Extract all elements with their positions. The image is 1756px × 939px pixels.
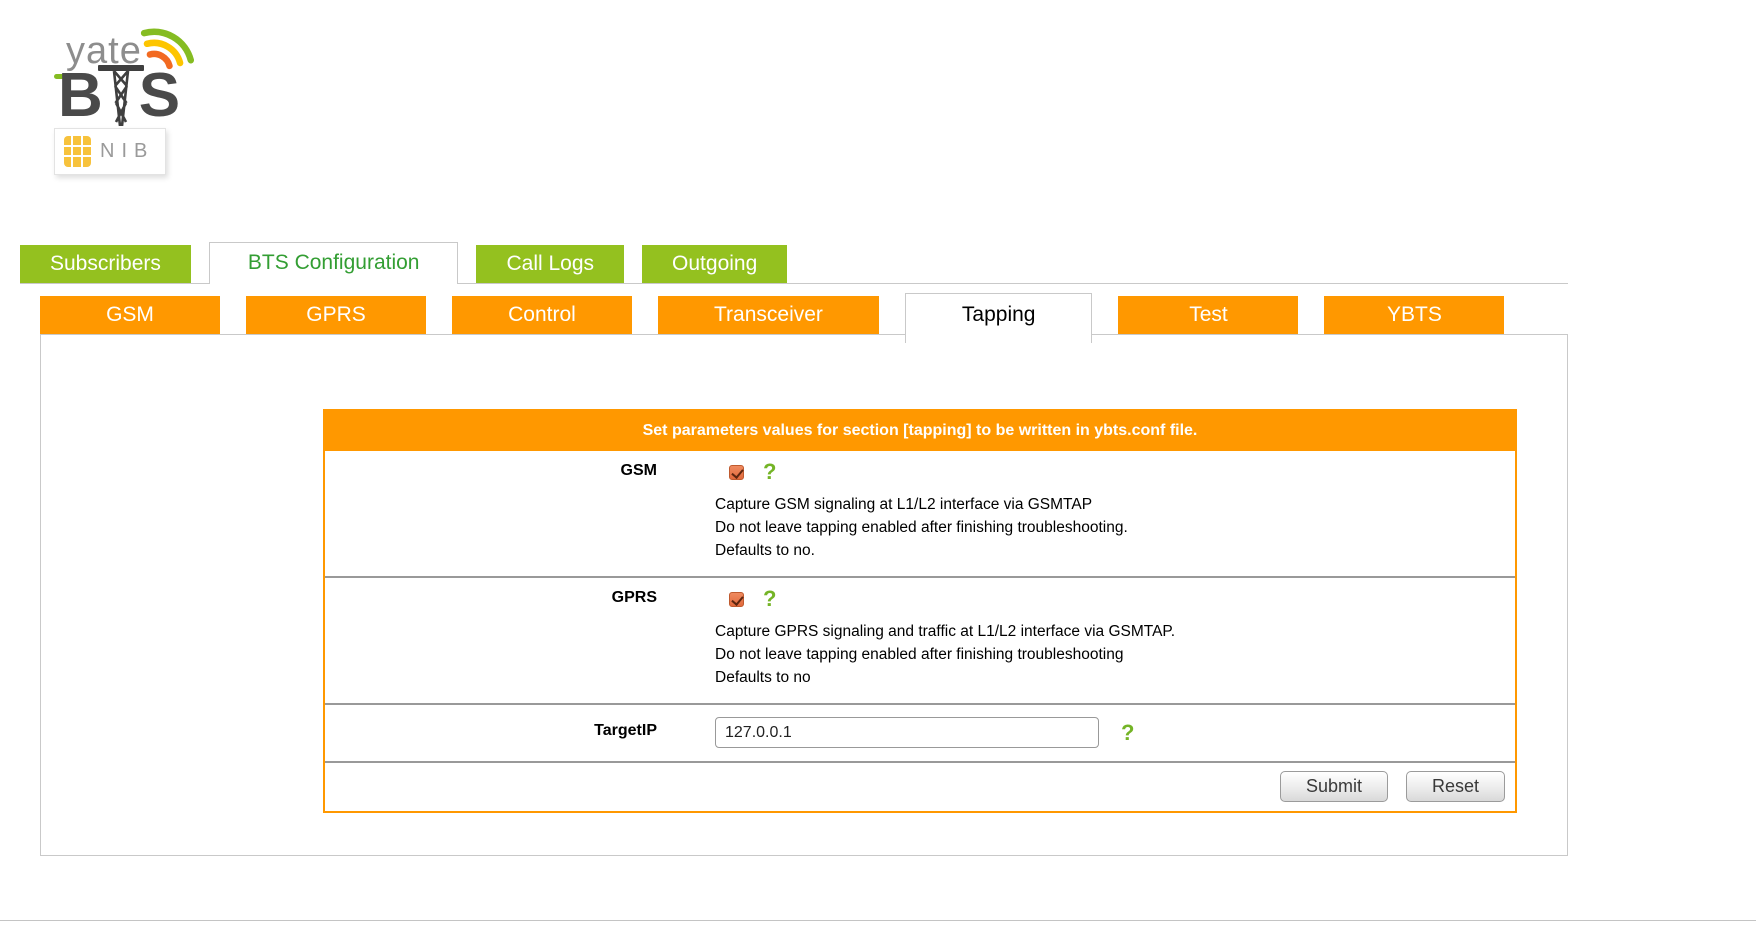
tab-subscribers[interactable]: Subscribers [20, 245, 191, 283]
form-row-gprs: GPRS ? Capture GPRS signaling and traffi… [325, 576, 1515, 703]
nib-badge: NIB [54, 128, 166, 175]
form-row-targetip: TargetIP ? [325, 703, 1515, 761]
gprs-help-icon[interactable]: ? [763, 588, 776, 610]
page-header: yate B S NIB [0, 0, 1756, 245]
tab-outgoing[interactable]: Outgoing [642, 245, 788, 283]
field-content-gsm: ? Capture GSM signaling at L1/L2 interfa… [657, 451, 1515, 576]
tab-call-logs[interactable]: Call Logs [476, 245, 625, 283]
field-label-targetip: TargetIP [594, 722, 657, 739]
desc-line: Defaults to no [715, 669, 811, 686]
tab-bts-configuration[interactable]: BTS Configuration [208, 242, 459, 284]
targetip-input[interactable] [715, 717, 1099, 748]
main-tab-bar: Subscribers BTS Configuration Call Logs … [20, 242, 1568, 284]
submit-button[interactable]: Submit [1279, 771, 1388, 802]
tapping-form: Set parameters values for section [tappi… [323, 409, 1517, 813]
field-content-targetip: ? [657, 705, 1515, 761]
logo-letter-s: S [138, 61, 181, 131]
field-content-gprs: ? Capture GPRS signaling and traffic at … [657, 578, 1515, 703]
desc-line: Defaults to no. [715, 542, 815, 559]
subtab-ybts[interactable]: YBTS [1324, 296, 1505, 334]
gprs-checkbox-line: ? [715, 586, 1495, 612]
subtab-control[interactable]: Control [452, 296, 632, 334]
gsm-help-icon[interactable]: ? [763, 461, 776, 483]
radio-tower-icon [97, 65, 144, 126]
targetip-help-icon[interactable]: ? [1121, 721, 1134, 744]
form-actions: Submit Reset [325, 761, 1515, 811]
field-label-gprs: GPRS [611, 589, 657, 606]
logo-bts-text: B S [58, 61, 181, 131]
footer-divider [0, 920, 1756, 921]
reset-button[interactable]: Reset [1405, 771, 1505, 802]
subtab-gprs[interactable]: GPRS [246, 296, 426, 334]
subtab-test[interactable]: Test [1118, 296, 1299, 334]
nib-label: NIB [100, 140, 155, 162]
content-panel: Set parameters values for section [tappi… [40, 334, 1568, 856]
desc-line: Do not leave tapping enabled after finis… [715, 519, 1128, 536]
gsm-checkbox-line: ? [715, 459, 1495, 485]
gprs-description: Capture GPRS signaling and traffic at L1… [715, 620, 1495, 689]
desc-line: Capture GPRS signaling and traffic at L1… [715, 623, 1176, 640]
gprs-tapping-checkbox[interactable] [729, 591, 744, 607]
form-header: Set parameters values for section [tappi… [325, 411, 1515, 451]
desc-line: Capture GSM signaling at L1/L2 interface… [715, 496, 1093, 513]
subtab-gsm[interactable]: GSM [40, 296, 220, 334]
subtab-tapping[interactable]: Tapping [904, 293, 1093, 343]
subtab-transceiver[interactable]: Transceiver [658, 296, 879, 334]
form-row-gsm: GSM ? Capture GSM signaling at L1/L2 int… [325, 451, 1515, 576]
gsm-tapping-checkbox[interactable] [729, 464, 744, 480]
sim-chip-icon [64, 136, 91, 167]
gsm-description: Capture GSM signaling at L1/L2 interface… [715, 493, 1495, 562]
desc-line: Do not leave tapping enabled after finis… [715, 646, 1124, 663]
field-label-gsm: GSM [620, 462, 657, 479]
sub-tab-bar: GSM GPRS Control Transceiver Tapping Tes… [40, 293, 1756, 343]
targetip-input-line: ? [715, 705, 1495, 761]
yatebts-logo: yate B S NIB [52, 8, 222, 180]
